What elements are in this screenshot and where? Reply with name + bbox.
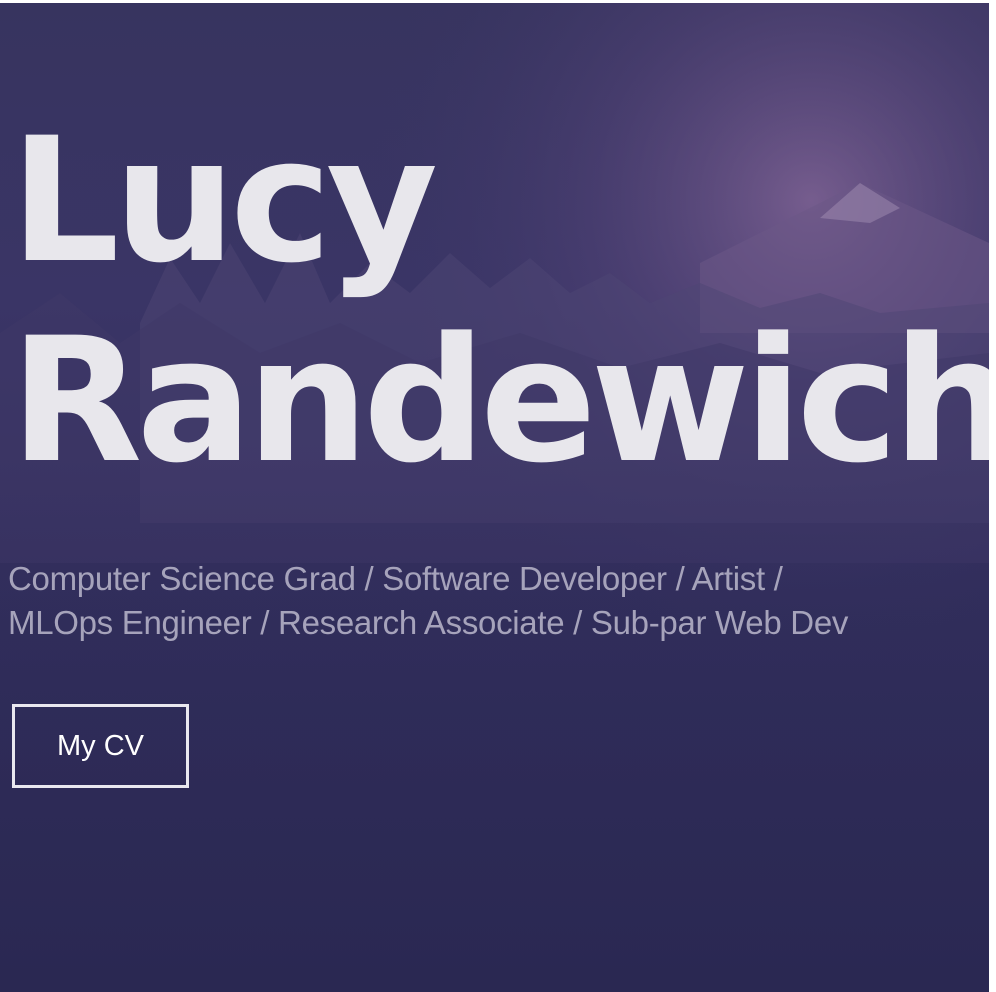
hero-name-first: Lucy (10, 100, 438, 301)
roles-line-1: Computer Science Grad / Software Develop… (8, 560, 783, 597)
hero-section: Lucy Randewich. Computer Science Grad / … (0, 3, 989, 992)
hero-name-last: Randewich. (10, 300, 989, 501)
my-cv-button[interactable]: My CV (12, 704, 189, 788)
hero-name-heading: Lucy Randewich. (10, 101, 989, 501)
hero-content: Lucy Randewich. Computer Science Grad / … (0, 3, 989, 992)
hero-roles-subtitle: Computer Science Grad / Software Develop… (8, 557, 848, 645)
roles-line-2: MLOps Engineer / Research Associate / Su… (8, 604, 849, 641)
